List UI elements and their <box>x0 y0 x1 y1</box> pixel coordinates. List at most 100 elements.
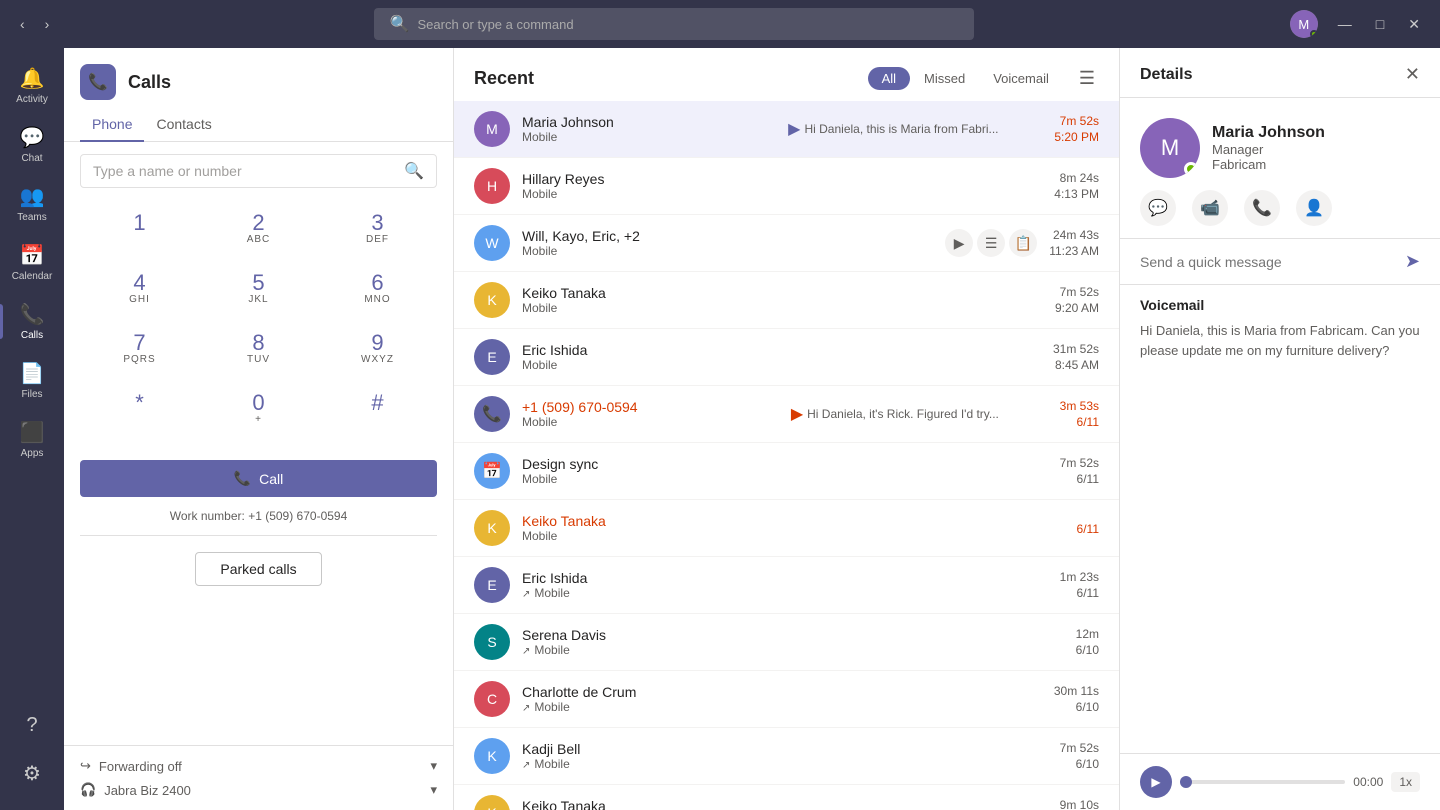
call-duration: 31m 52s <box>1053 342 1099 356</box>
avatar: 📅 <box>474 453 510 489</box>
tab-phone[interactable]: Phone <box>80 108 144 142</box>
avatar: M <box>474 111 510 147</box>
dial-key-3[interactable]: 3DEF <box>318 200 437 260</box>
forwarding-icon: ↪ <box>80 758 91 774</box>
dial-key-8[interactable]: 8TUV <box>199 320 318 380</box>
left-panel: 📞 Calls Phone Contacts 🔍 1 2ABC 3DEF 4GH… <box>64 48 454 810</box>
call-name: Will, Kayo, Eric, +2 <box>522 228 933 244</box>
title-bar: ‹ › 🔍 M — □ ✕ <box>0 0 1440 48</box>
avatar: H <box>474 168 510 204</box>
message-action-button[interactable]: 💬 <box>1140 190 1176 226</box>
table-row[interactable]: K Keiko Tanaka Mobile 6/11 <box>454 500 1119 557</box>
filter-all[interactable]: All <box>868 67 910 90</box>
sidebar-item-teams[interactable]: 👥 Teams <box>0 174 64 233</box>
table-row[interactable]: H Hillary Reyes Mobile 8m 24s 4:13 PM <box>454 158 1119 215</box>
sidebar-item-calls[interactable]: 📞 Calls <box>0 292 64 351</box>
close-button[interactable]: ✕ <box>1400 14 1428 35</box>
details-panel: Details ✕ M Maria Johnson Manager Fabric… <box>1120 48 1440 810</box>
settings-button[interactable]: ⚙ <box>15 753 49 794</box>
dial-key-5[interactable]: 5JKL <box>199 260 318 320</box>
call-right: 7m 52s 5:20 PM <box>1054 114 1099 144</box>
dial-key-star[interactable]: * <box>80 380 199 440</box>
recent-header: Recent All Missed Voicemail ☰ <box>454 48 1119 101</box>
details-person-info: Maria Johnson Manager Fabricam <box>1212 124 1325 172</box>
audio-player: 00:00 1x <box>1120 753 1440 810</box>
files-icon: 📄 <box>20 361 45 386</box>
sidebar-bottom: ? ⚙ <box>15 706 49 810</box>
sidebar-item-calendar[interactable]: 📅 Calendar <box>0 233 64 292</box>
call-button[interactable]: 📞 Call <box>80 460 437 497</box>
search-input[interactable] <box>417 17 957 32</box>
call-subtype: Mobile <box>522 187 1042 201</box>
phone-search-input[interactable] <box>93 163 396 179</box>
tab-contacts[interactable]: Contacts <box>144 108 223 142</box>
device-chevron-icon: ▾ <box>430 782 437 798</box>
voicemail-section: Voicemail Hi Daniela, this is Maria from… <box>1120 285 1440 753</box>
dial-key-7[interactable]: 7PQRS <box>80 320 199 380</box>
table-row[interactable]: 📅 Design sync Mobile 7m 52s 6/11 <box>454 443 1119 500</box>
chat-action-button[interactable]: ☰ <box>977 229 1005 257</box>
avatar: 📞 <box>474 396 510 432</box>
send-message-button[interactable]: ➤ <box>1405 251 1420 272</box>
speed-button[interactable]: 1x <box>1391 772 1420 792</box>
back-button[interactable]: ‹ <box>12 12 33 36</box>
table-row[interactable]: E Eric Ishida Mobile 1m 23s 6/11 <box>454 557 1119 614</box>
play-button[interactable] <box>1140 766 1172 798</box>
parked-calls-button[interactable]: Parked calls <box>195 552 321 586</box>
recent-title: Recent <box>474 68 856 89</box>
call-name: Design sync <box>522 456 1048 472</box>
dial-key-4[interactable]: 4GHI <box>80 260 199 320</box>
call-action-button[interactable]: 📞 <box>1244 190 1280 226</box>
calendar-icon: 📅 <box>20 243 45 268</box>
call-subtype: Mobile <box>522 301 1043 315</box>
voicemail-text: Hi Daniela, it's Rick. Figured I'd try..… <box>807 407 999 421</box>
call-right: 31m 52s 8:45 AM <box>1053 342 1099 372</box>
sidebar-item-apps[interactable]: ⬛ Apps <box>0 410 64 469</box>
avatar: C <box>474 681 510 717</box>
dial-key-6[interactable]: 6MNO <box>318 260 437 320</box>
details-close-button[interactable]: ✕ <box>1405 64 1420 85</box>
sidebar-item-chat[interactable]: 💬 Chat <box>0 115 64 174</box>
play-icon: ▶ <box>788 119 800 139</box>
search-bar[interactable]: 🔍 <box>374 8 974 40</box>
dial-key-0[interactable]: 0+ <box>199 380 318 440</box>
title-bar-right: M — □ ✕ <box>1290 10 1428 38</box>
filter-missed[interactable]: Missed <box>910 67 979 90</box>
table-row[interactable]: K Keiko Tanaka Mobile 7m 52s 9:20 AM <box>454 272 1119 329</box>
device-label: Jabra Biz 2400 <box>104 783 191 798</box>
maximize-button[interactable]: □ <box>1368 14 1392 35</box>
filter-voicemail[interactable]: Voicemail <box>979 67 1063 90</box>
user-avatar[interactable]: M <box>1290 10 1318 38</box>
sidebar-item-activity[interactable]: 🔔 Activity <box>0 56 64 115</box>
sidebar-item-files[interactable]: 📄 Files <box>0 351 64 410</box>
quick-message-input[interactable] <box>1140 254 1397 270</box>
dial-key-hash[interactable]: # <box>318 380 437 440</box>
audio-progress-bar[interactable] <box>1180 780 1345 784</box>
video-action-button[interactable]: 📹 <box>1192 190 1228 226</box>
table-row[interactable]: W Will, Kayo, Eric, +2 Mobile ▶ ☰ 📋 24m … <box>454 215 1119 272</box>
more-action-button[interactable]: 📋 <box>1009 229 1037 257</box>
forward-button[interactable]: › <box>37 12 58 36</box>
audio-timestamp: 00:00 <box>1353 775 1383 789</box>
table-row[interactable]: K Keiko Tanaka Mobile 9m 10s 6/10 <box>454 785 1119 810</box>
table-row[interactable]: E Eric Ishida Mobile 31m 52s 8:45 AM <box>454 329 1119 386</box>
calls-title: Calls <box>128 72 171 93</box>
table-row[interactable]: C Charlotte de Crum Mobile 30m 11s 6/10 <box>454 671 1119 728</box>
device-item[interactable]: 🎧 Jabra Biz 2400 ▾ <box>80 782 437 798</box>
table-row[interactable]: 📞 +1 (509) 670-0594 Mobile ▶ Hi Daniela,… <box>454 386 1119 443</box>
table-row[interactable]: S Serena Davis Mobile 12m 6/10 <box>454 614 1119 671</box>
table-row[interactable]: K Kadji Bell Mobile 7m 52s 6/10 <box>454 728 1119 785</box>
phone-search-wrap[interactable]: 🔍 <box>80 154 437 188</box>
avatar: E <box>474 567 510 603</box>
help-button[interactable]: ? <box>18 706 45 745</box>
dial-key-9[interactable]: 9WXYZ <box>318 320 437 380</box>
more-options-button[interactable]: ☰ <box>1075 64 1099 93</box>
table-row[interactable]: M Maria Johnson Mobile ▶ Hi Daniela, thi… <box>454 101 1119 158</box>
dial-key-1[interactable]: 1 <box>80 200 199 260</box>
filter-tabs: All Missed Voicemail <box>868 67 1063 90</box>
more-action-button[interactable]: 👤 <box>1296 190 1332 226</box>
forwarding-item[interactable]: ↪ Forwarding off ▾ <box>80 758 437 774</box>
video-action-button[interactable]: ▶ <box>945 229 973 257</box>
minimize-button[interactable]: — <box>1330 14 1360 35</box>
dial-key-2[interactable]: 2ABC <box>199 200 318 260</box>
